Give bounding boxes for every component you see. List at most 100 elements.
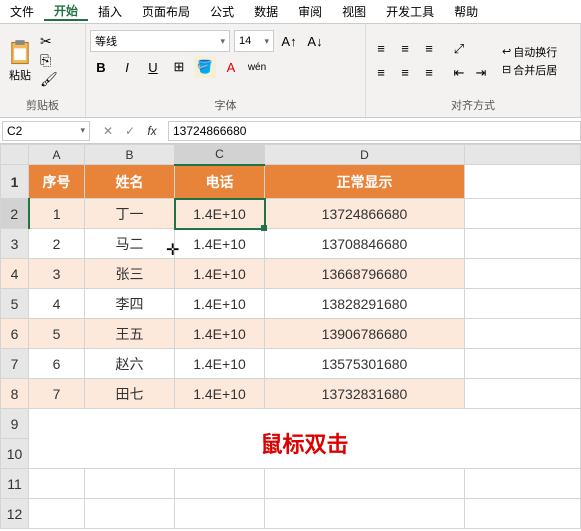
cell[interactable] (465, 379, 581, 409)
border-button[interactable]: ⊞ (168, 56, 190, 78)
col-header-c[interactable]: C (175, 145, 265, 165)
cell[interactable] (465, 499, 581, 529)
font-name-select[interactable]: 等线▾ (90, 30, 230, 52)
cancel-formula-button[interactable]: ✕ (98, 124, 118, 138)
confirm-formula-button[interactable]: ✓ (120, 124, 140, 138)
menu-layout[interactable]: 页面布局 (132, 3, 200, 20)
increase-indent-button[interactable]: ⇥ (470, 62, 492, 84)
cell[interactable]: 13906786680 (265, 319, 465, 349)
format-painter-button[interactable]: 🖌 (40, 71, 58, 88)
menu-dev[interactable]: 开发工具 (376, 3, 444, 20)
cell[interactable]: 13828291680 (265, 289, 465, 319)
header-cell[interactable]: 正常显示 (265, 165, 465, 199)
cell[interactable]: 13732831680 (265, 379, 465, 409)
row-header-3[interactable]: 3 (1, 229, 29, 259)
cell[interactable]: 13575301680 (265, 349, 465, 379)
cell[interactable] (465, 469, 581, 499)
cell[interactable] (465, 289, 581, 319)
cell[interactable] (265, 469, 465, 499)
cell[interactable]: 李四 (85, 289, 175, 319)
header-cell[interactable]: 电话 (175, 165, 265, 199)
bold-button[interactable]: B (90, 56, 112, 78)
font-color-button[interactable]: A (220, 56, 242, 78)
cell[interactable]: 2 (29, 229, 85, 259)
cell[interactable] (265, 499, 465, 529)
cell[interactable]: 7 (29, 379, 85, 409)
cell[interactable]: 赵六 (85, 349, 175, 379)
col-header-b[interactable]: B (85, 145, 175, 165)
cell[interactable]: 13724866680 (265, 199, 465, 229)
cell[interactable] (465, 349, 581, 379)
cell[interactable] (465, 199, 581, 229)
cell[interactable]: 1.4E+10 (175, 349, 265, 379)
cell[interactable]: 张三 (85, 259, 175, 289)
menu-insert[interactable]: 插入 (88, 3, 132, 20)
wrap-text-button[interactable]: ↩ 自动换行 (502, 44, 557, 60)
menu-home[interactable]: 开始 (44, 2, 88, 21)
menu-review[interactable]: 审阅 (288, 3, 332, 20)
cut-button[interactable]: ✂ (40, 33, 58, 50)
merge-cells-button[interactable]: ⊟ 合并后居 (502, 62, 557, 78)
cell[interactable] (85, 499, 175, 529)
cell[interactable]: 1.4E+10 (175, 229, 265, 259)
decrease-indent-button[interactable]: ⇤ (448, 62, 470, 84)
cell[interactable] (465, 319, 581, 349)
cell[interactable]: 1 (29, 199, 85, 229)
cell[interactable]: 13708846680 (265, 229, 465, 259)
col-header-a[interactable]: A (29, 145, 85, 165)
row-header-4[interactable]: 4 (1, 259, 29, 289)
orientation-button[interactable]: ⤢ (448, 38, 470, 60)
align-center-button[interactable]: ≡ (394, 62, 416, 84)
formula-input[interactable]: 13724866680 (168, 121, 581, 141)
align-top-button[interactable]: ≡ (370, 38, 392, 60)
cell[interactable]: 丁一 (85, 199, 175, 229)
cell[interactable]: 13668796680 (265, 259, 465, 289)
header-cell[interactable]: 序号 (29, 165, 85, 199)
cell[interactable]: 1.4E+10 (175, 379, 265, 409)
align-left-button[interactable]: ≡ (370, 62, 392, 84)
cell[interactable] (85, 469, 175, 499)
row-header-10[interactable]: 10 (1, 439, 29, 469)
row-header-8[interactable]: 8 (1, 379, 29, 409)
menu-file[interactable]: 文件 (0, 3, 44, 20)
cell[interactable]: 3 (29, 259, 85, 289)
row-header-12[interactable]: 12 (1, 499, 29, 529)
header-cell[interactable]: 姓名 (85, 165, 175, 199)
menu-formula[interactable]: 公式 (200, 3, 244, 20)
cell[interactable] (29, 469, 85, 499)
select-all-corner[interactable] (1, 145, 29, 165)
copy-button[interactable]: ⎘ (40, 52, 58, 69)
cell[interactable] (465, 165, 581, 199)
cell[interactable]: 马二 (85, 229, 175, 259)
underline-button[interactable]: U (142, 56, 164, 78)
cell[interactable]: 王五 (85, 319, 175, 349)
row-header-9[interactable]: 9 (1, 409, 29, 439)
italic-button[interactable]: I (116, 56, 138, 78)
align-middle-button[interactable]: ≡ (394, 38, 416, 60)
menu-data[interactable]: 数据 (244, 3, 288, 20)
cell[interactable] (465, 259, 581, 289)
cell[interactable]: 1.4E+10 (175, 319, 265, 349)
cell[interactable]: 5 (29, 319, 85, 349)
row-header-7[interactable]: 7 (1, 349, 29, 379)
increase-font-button[interactable]: A↑ (278, 30, 300, 52)
cell[interactable] (465, 229, 581, 259)
cell[interactable] (29, 499, 85, 529)
row-header-11[interactable]: 11 (1, 469, 29, 499)
menu-view[interactable]: 视图 (332, 3, 376, 20)
paste-button[interactable]: 粘贴 (4, 37, 36, 85)
cell[interactable]: 田七 (85, 379, 175, 409)
col-header-d[interactable]: D (265, 145, 465, 165)
col-header-extra[interactable] (465, 145, 581, 165)
cell[interactable]: 1.4E+10 (175, 289, 265, 319)
decrease-font-button[interactable]: A↓ (304, 30, 326, 52)
menu-help[interactable]: 帮助 (444, 3, 488, 20)
worksheet[interactable]: A B C D 1 序号 姓名 电话 正常显示 2 1 丁一 1.4E+10 1… (0, 144, 581, 529)
cell[interactable]: 6 (29, 349, 85, 379)
phonetic-button[interactable]: wén (246, 56, 268, 78)
cell[interactable]: 1.4E+10 (175, 259, 265, 289)
name-box[interactable]: C2▾ (2, 121, 90, 141)
row-header-2[interactable]: 2 (1, 199, 29, 229)
cell-selected[interactable]: 1.4E+10 (175, 199, 265, 229)
fill-color-button[interactable]: 🪣 (194, 56, 216, 78)
